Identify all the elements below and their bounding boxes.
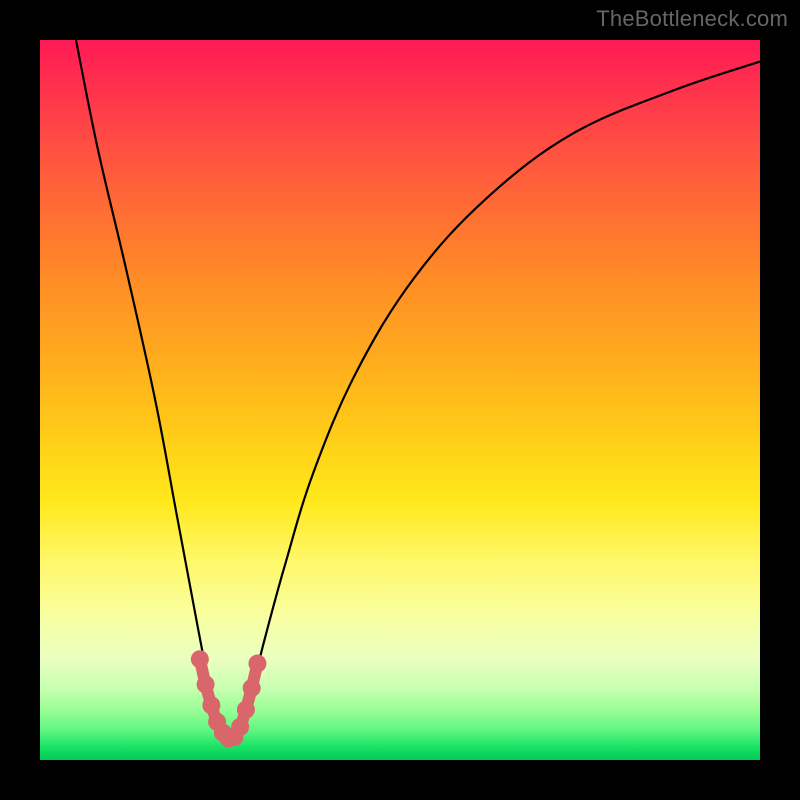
curve-layer — [40, 40, 760, 760]
watermark-label: TheBottleneck.com — [596, 6, 788, 32]
plot-area — [40, 40, 760, 760]
highlight-dot — [243, 679, 261, 697]
highlight-dot — [237, 701, 255, 719]
chart-frame: TheBottleneck.com — [0, 0, 800, 800]
bottleneck-curve — [76, 40, 760, 743]
highlight-dot — [248, 655, 266, 673]
highlight-dot — [202, 696, 220, 714]
highlight-dot — [191, 650, 209, 668]
highlight-dot — [231, 718, 249, 736]
highlight-dot — [197, 675, 215, 693]
